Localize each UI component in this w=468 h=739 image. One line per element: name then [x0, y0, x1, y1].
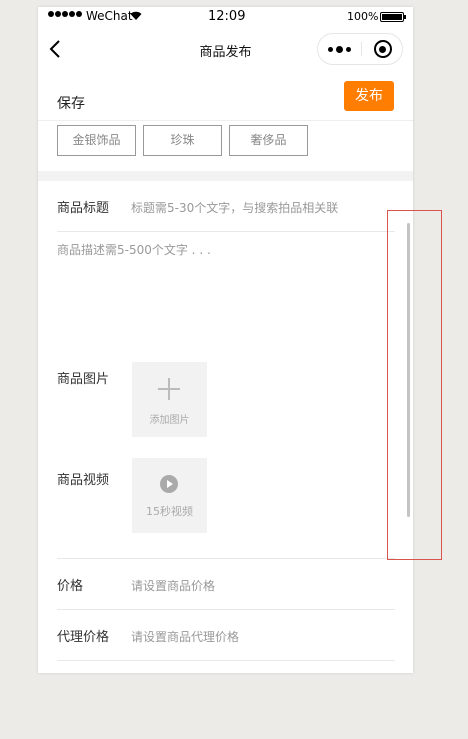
action-toolbar: 保存 发布	[38, 79, 413, 121]
publish-button[interactable]: 发布	[344, 81, 394, 111]
category-tag-pearl[interactable]: 珍珠	[143, 125, 222, 156]
price-label: 价格	[57, 579, 84, 594]
mini-program-capsule	[317, 33, 403, 65]
title-input[interactable]: 标题需5-30个文字，与搜索拍品相关联	[131, 199, 338, 216]
agent-price-input[interactable]: 请设置商品代理价格	[131, 628, 239, 645]
category-tag-gold-silver[interactable]: 金银饰品	[57, 125, 136, 156]
divider	[57, 231, 395, 232]
title-label: 商品标题	[57, 201, 110, 216]
add-image-button[interactable]: 添加图片	[132, 362, 207, 437]
divider	[57, 660, 395, 661]
description-textarea[interactable]: 商品描述需5-500个文字 . . .	[57, 241, 211, 258]
battery-icon	[380, 12, 406, 22]
category-tag-luxury[interactable]: 奢侈品	[229, 125, 308, 156]
play-icon	[160, 475, 178, 493]
wifi-icon	[130, 11, 142, 20]
price-input[interactable]: 请设置商品价格	[131, 577, 215, 594]
battery-percent: 100%	[347, 10, 379, 23]
save-button[interactable]: 保存	[57, 93, 85, 113]
divider	[57, 609, 395, 610]
signal-icon	[48, 11, 83, 17]
add-image-caption: 添加图片	[149, 415, 190, 426]
category-tags: 金银饰品 珍珠 奢侈品	[57, 125, 315, 156]
status-bar: WeChat 12:09 100%	[38, 7, 413, 27]
images-label: 商品图片	[57, 372, 110, 387]
phone-screen: WeChat 12:09 100% 商品发布 保存 发布 金银饰品 珍珠 奢侈品	[38, 7, 413, 673]
divider	[57, 558, 395, 559]
carrier-name: WeChat	[86, 9, 133, 23]
more-icon[interactable]	[318, 34, 361, 64]
highlight-box	[387, 210, 442, 560]
video-caption: 15秒视频	[146, 505, 193, 518]
agent-price-label: 代理价格	[57, 630, 110, 645]
close-mini-program-icon[interactable]	[362, 34, 403, 64]
status-time: 12:09	[208, 9, 246, 24]
video-label: 商品视频	[57, 473, 110, 488]
section-divider	[38, 171, 413, 181]
nav-bar: 商品发布	[38, 29, 413, 69]
add-video-button[interactable]: 15秒视频	[132, 458, 207, 533]
